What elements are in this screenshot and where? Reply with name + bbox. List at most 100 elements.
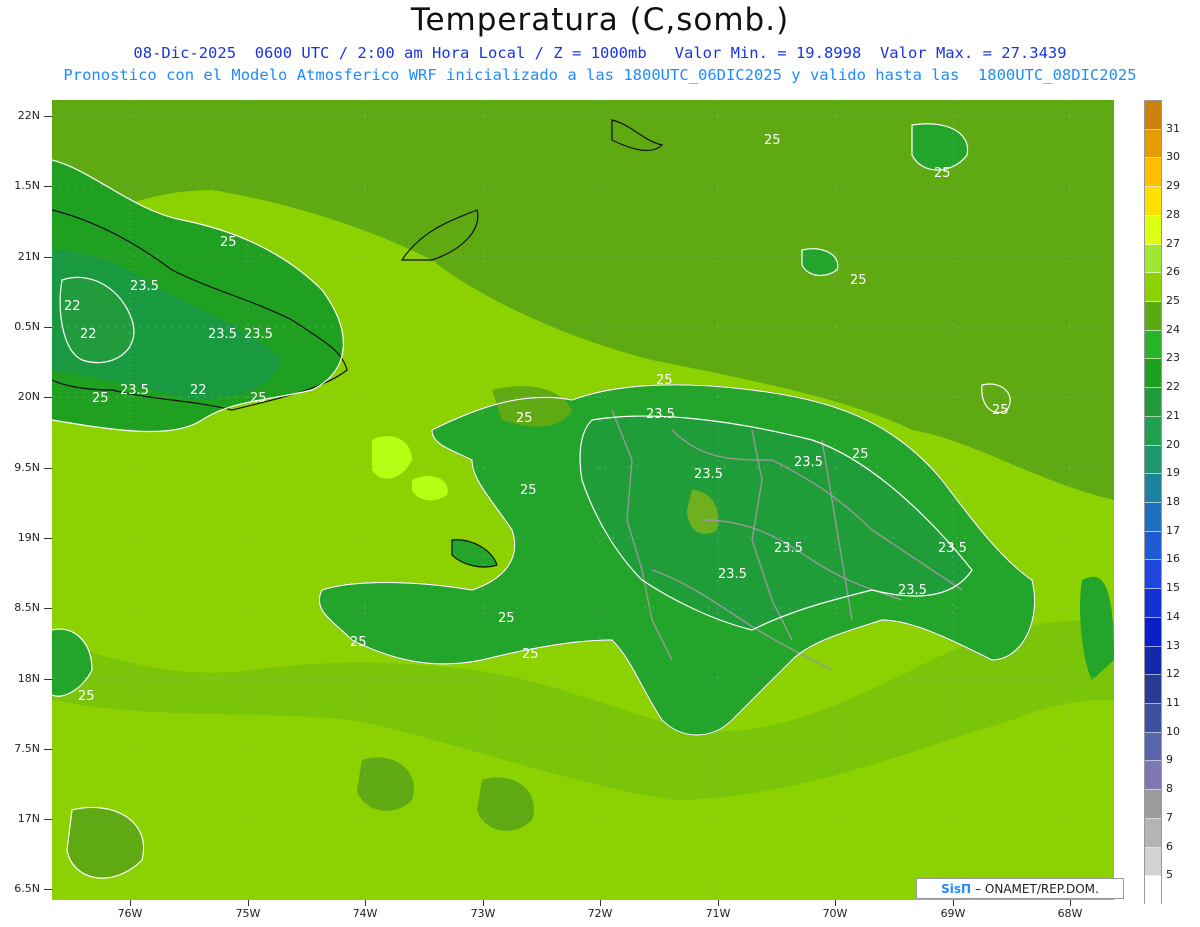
lon-tick <box>365 900 366 906</box>
map-subtitle-model-info: Pronostico con el Modelo Atmosferico WRF… <box>63 66 1137 84</box>
lat-label: 8.5N <box>14 601 40 614</box>
contour-label: 25 <box>850 273 867 288</box>
contour-label: 23.5 <box>130 279 159 294</box>
colorbar-segment <box>1145 675 1161 704</box>
colorbar-label: 10 <box>1166 724 1180 738</box>
contour-label: 25 <box>350 635 367 650</box>
contour-label: 23.5 <box>718 567 747 582</box>
contour-label: 25 <box>520 483 537 498</box>
map-canvas: 25 25 25 25 25 23.5 22 22 23.5 23.5 23.5… <box>52 100 1114 900</box>
lat-tick <box>44 538 52 539</box>
lat-tick <box>44 468 52 469</box>
contour-label: 25 <box>516 411 533 426</box>
lon-label: 76W <box>117 907 143 920</box>
contour-label: 25 <box>764 133 781 148</box>
lon-tick <box>953 900 954 906</box>
colorbar-label: 25 <box>1166 294 1180 307</box>
colorbar-segment <box>1145 790 1161 819</box>
lon-label: 72W <box>587 907 613 920</box>
lat-label: 9.5N <box>14 461 40 474</box>
colorbar-label: 29 <box>1166 179 1180 193</box>
sispi-logo-text: SisΠ <box>941 881 972 896</box>
colorbar-segment <box>1145 359 1161 389</box>
contour-label: 23.5 <box>244 327 273 342</box>
colorbar-segment <box>1145 589 1161 618</box>
colorbar-segment <box>1145 129 1161 159</box>
lat-label: 1.5N <box>14 179 40 192</box>
contour-label: 23.5 <box>694 467 723 482</box>
colorbar-label: 17 <box>1166 523 1180 537</box>
lat-label: 20N <box>17 390 40 403</box>
lat-label: 6.5N <box>14 882 40 895</box>
lon-label: 74W <box>352 907 378 920</box>
colorbar-label: 22 <box>1166 380 1180 394</box>
lat-tick <box>44 819 52 820</box>
temperature-colorbar <box>1144 100 1162 905</box>
colorbar-segment <box>1145 244 1161 274</box>
colorbar-segment <box>1145 560 1161 590</box>
lon-label: 71W <box>705 907 731 920</box>
colorbar-label: 9 <box>1166 753 1173 767</box>
lon-label: 68W <box>1057 907 1083 920</box>
colorbar-segment <box>1145 531 1161 561</box>
colorbar-segment <box>1145 818 1161 848</box>
colorbar-label: 31 <box>1166 121 1180 135</box>
contour-label: 22 <box>190 383 207 398</box>
lat-label: 7.5N <box>14 742 40 755</box>
contour-label: 23.5 <box>774 541 803 556</box>
contour-label: 25 <box>78 689 95 704</box>
colorbar-segment <box>1145 761 1161 791</box>
colorbar-segment <box>1145 445 1161 475</box>
contour-label: 25 <box>92 391 109 406</box>
contour-label: 25 <box>934 166 951 181</box>
colorbar-label: 23 <box>1166 351 1180 365</box>
lon-label: 70W <box>822 907 848 920</box>
credit-box: SisΠ – ONAMET/REP.DOM. <box>916 878 1124 899</box>
colorbar-segment <box>1145 617 1161 647</box>
lon-label: 69W <box>940 907 966 920</box>
colorbar-label: 5 <box>1166 868 1173 882</box>
contour-label: 25 <box>498 611 515 626</box>
contour-label: 22 <box>80 327 97 342</box>
contour-label: 25 <box>522 647 539 662</box>
colorbar-label: 20 <box>1166 437 1180 451</box>
lat-tick <box>44 257 52 258</box>
contour-label: 23.5 <box>938 541 967 556</box>
colorbar-label: 21 <box>1166 408 1180 422</box>
lat-tick <box>44 186 52 187</box>
colorbar-segment <box>1145 158 1161 188</box>
lon-label: 75W <box>235 907 261 920</box>
contour-label: 22 <box>64 299 81 314</box>
colorbar-segment <box>1145 215 1161 245</box>
contour-label: 25 <box>992 403 1009 418</box>
contour-label: 25 <box>852 447 869 462</box>
lat-label: 19N <box>17 531 40 544</box>
contour-label: 23.5 <box>120 383 149 398</box>
contour-label: 23.5 <box>794 455 823 470</box>
contour-label: 23.5 <box>208 327 237 342</box>
colorbar-label: 24 <box>1166 322 1180 336</box>
lat-label: 17N <box>17 812 40 825</box>
colorbar-label: 30 <box>1166 150 1180 164</box>
lon-tick <box>600 900 601 906</box>
colorbar-segment <box>1145 503 1161 532</box>
lat-tick <box>44 749 52 750</box>
colorbar-segment <box>1145 416 1161 446</box>
colorbar-label: 7 <box>1166 810 1173 824</box>
lat-tick <box>44 608 52 609</box>
colorbar-label: 14 <box>1166 609 1180 623</box>
colorbar-segment <box>1145 187 1161 216</box>
colorbar-label: 28 <box>1166 207 1180 221</box>
colorbar-segment <box>1145 876 1161 905</box>
lat-label: 21N <box>17 250 40 263</box>
lon-tick <box>718 900 719 906</box>
lat-tick <box>44 679 52 680</box>
colorbar-label: 13 <box>1166 638 1180 652</box>
colorbar-segment <box>1145 474 1161 503</box>
contour-label: 25 <box>220 235 237 250</box>
colorbar-label: 26 <box>1166 265 1180 279</box>
contour-label: 25 <box>250 391 267 406</box>
lon-tick <box>130 900 131 906</box>
colorbar-segment <box>1145 273 1161 302</box>
lon-tick <box>835 900 836 906</box>
